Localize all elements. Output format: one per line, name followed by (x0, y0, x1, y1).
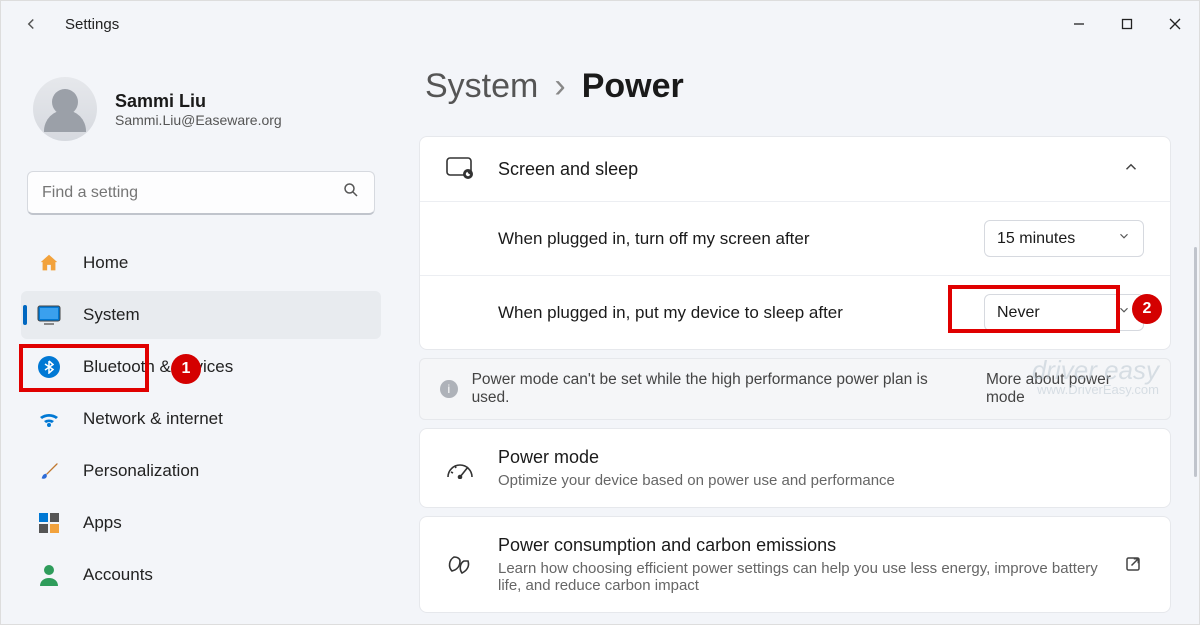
external-link-icon (1124, 555, 1144, 575)
wifi-icon (37, 407, 61, 431)
banner-text: Power mode can't be set while the high p… (472, 371, 958, 407)
card-subtitle: Learn how choosing efficient power setti… (498, 560, 1100, 594)
chevron-down-icon (1117, 303, 1131, 322)
breadcrumb: System › Power (419, 67, 1171, 106)
window-controls (1055, 1, 1199, 47)
sidebar-item-label: Personalization (83, 461, 199, 481)
sidebar-item-network[interactable]: Network & internet (21, 395, 381, 443)
bluetooth-icon (37, 355, 61, 379)
screen-and-sleep-header[interactable]: Screen and sleep (420, 137, 1170, 201)
row-label: When plugged in, put my device to sleep … (498, 303, 964, 323)
person-icon (37, 563, 61, 587)
annotation-badge-1: 1 (171, 354, 201, 384)
sidebar-item-system[interactable]: System (21, 291, 381, 339)
apps-icon (37, 511, 61, 535)
search-icon (342, 181, 360, 204)
main: System › Power Screen and sleep When plu… (401, 47, 1199, 625)
annotation-badge-2: 2 (1132, 294, 1162, 324)
maximize-button[interactable] (1103, 1, 1151, 47)
back-button[interactable] (19, 12, 43, 36)
sidebar-item-accounts[interactable]: Accounts (21, 551, 381, 599)
search-field[interactable] (42, 184, 342, 202)
card-title: Power consumption and carbon emissions (498, 535, 1100, 556)
sleep-select[interactable]: Never (984, 294, 1144, 331)
sidebar-item-label: Bluetooth & devices (83, 357, 233, 377)
sleep-row: When plugged in, put my device to sleep … (420, 275, 1170, 349)
search-input[interactable] (27, 171, 375, 215)
sidebar-item-label: Accounts (83, 565, 153, 585)
profile-email: Sammi.Liu@Easeware.org (115, 112, 282, 128)
screen-and-sleep-card: Screen and sleep When plugged in, turn o… (419, 136, 1171, 350)
power-mode-card[interactable]: Power mode Optimize your device based on… (419, 428, 1171, 508)
gauge-icon (446, 454, 474, 482)
card-subtitle: Optimize your device based on power use … (498, 472, 1144, 489)
titlebar: Settings (1, 1, 1199, 47)
sidebar-item-label: Apps (83, 513, 122, 533)
screen-off-row: When plugged in, turn off my screen afte… (420, 201, 1170, 275)
close-button[interactable] (1151, 1, 1199, 47)
card-title: Screen and sleep (498, 159, 1098, 180)
sidebar-item-label: Home (83, 253, 128, 273)
breadcrumb-parent[interactable]: System (425, 67, 538, 106)
avatar (33, 77, 97, 141)
screen-sleep-icon (446, 155, 474, 183)
sidebar-item-label: Network & internet (83, 409, 223, 429)
screen-off-select[interactable]: 15 minutes (984, 220, 1144, 257)
chevron-up-icon (1122, 158, 1144, 180)
power-mode-banner: i Power mode can't be set while the high… (419, 358, 1171, 420)
brush-icon (37, 459, 61, 483)
profile[interactable]: Sammi Liu Sammi.Liu@Easeware.org (21, 77, 381, 141)
select-value: 15 minutes (997, 230, 1075, 248)
sidebar: Sammi Liu Sammi.Liu@Easeware.org Home Sy (1, 47, 401, 625)
leaf-icon (446, 551, 474, 579)
chevron-right-icon: › (554, 67, 565, 106)
info-icon: i (440, 380, 458, 398)
sidebar-item-personalization[interactable]: Personalization (21, 447, 381, 495)
select-value: Never (997, 304, 1040, 322)
minimize-button[interactable] (1055, 1, 1103, 47)
banner-link[interactable]: More about power mode (986, 371, 1150, 407)
system-icon (37, 303, 61, 327)
chevron-down-icon (1117, 229, 1131, 248)
sidebar-item-home[interactable]: Home (21, 239, 381, 287)
row-label: When plugged in, turn off my screen afte… (498, 229, 964, 249)
carbon-card[interactable]: Power consumption and carbon emissions L… (419, 516, 1171, 613)
scrollbar[interactable] (1194, 247, 1197, 477)
sidebar-item-label: System (83, 305, 140, 325)
breadcrumb-current: Power (582, 67, 684, 106)
profile-name: Sammi Liu (115, 91, 282, 112)
sidebar-item-bluetooth[interactable]: Bluetooth & devices (21, 343, 381, 391)
card-title: Power mode (498, 447, 1144, 468)
sidebar-item-apps[interactable]: Apps (21, 499, 381, 547)
nav: Home System Bluetooth & devices (21, 239, 381, 599)
home-icon (37, 251, 61, 275)
app-title: Settings (65, 16, 119, 33)
